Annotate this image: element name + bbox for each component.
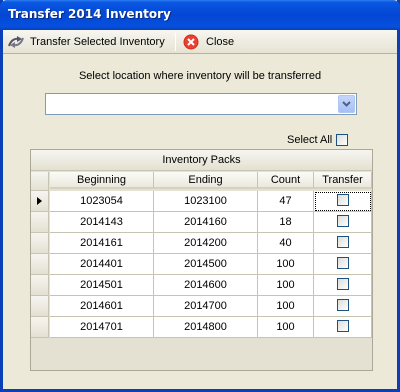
cell-ending[interactable]: 2014200 [154, 233, 258, 254]
chevron-down-icon [342, 101, 351, 107]
cell-count[interactable]: 18 [258, 212, 314, 233]
toolbar: Transfer Selected Inventory Close [3, 30, 397, 54]
cell-beginning[interactable]: 2014601 [50, 296, 154, 317]
transfer-selected-button[interactable]: Transfer Selected Inventory [7, 32, 165, 52]
select-all[interactable]: Select All [287, 134, 349, 146]
cell-count[interactable]: 100 [258, 296, 314, 317]
cell-count[interactable]: 100 [258, 275, 314, 296]
location-prompt: Select location where inventory will be … [78, 70, 322, 82]
transfer-icon [7, 34, 25, 50]
row-header[interactable] [31, 233, 49, 254]
cell-transfer [314, 254, 372, 275]
column-header-beginning[interactable]: Beginning [50, 172, 154, 189]
cell-ending[interactable]: 2014160 [154, 212, 258, 233]
cell-beginning[interactable]: 2014143 [50, 212, 154, 233]
grid-corner [31, 172, 49, 191]
location-select[interactable] [45, 93, 357, 115]
transfer-checkbox[interactable] [336, 299, 349, 311]
cell-transfer [314, 296, 372, 317]
row-header[interactable] [31, 254, 49, 275]
close-label: Close [206, 36, 235, 48]
cell-count[interactable]: 100 [258, 254, 314, 275]
cell-beginning[interactable]: 1023054 [50, 191, 154, 212]
toolbar-separator [175, 33, 176, 51]
cell-beginning[interactable]: 2014701 [50, 317, 154, 338]
row-header[interactable] [31, 212, 49, 233]
title-bar[interactable]: Transfer 2014 Inventory [0, 0, 400, 30]
cell-count[interactable]: 100 [258, 317, 314, 338]
transfer-checkbox[interactable] [336, 194, 349, 206]
row-header[interactable] [31, 275, 49, 296]
row-header[interactable] [31, 296, 49, 317]
cell-count[interactable]: 40 [258, 233, 314, 254]
transfer-checkbox[interactable] [336, 320, 349, 332]
close-button[interactable]: Close [183, 32, 234, 52]
cell-transfer [314, 212, 372, 233]
cell-transfer [314, 233, 372, 254]
current-row-pointer-icon [37, 197, 42, 205]
cell-ending[interactable]: 2014800 [154, 317, 258, 338]
transfer-checkbox[interactable] [336, 278, 349, 290]
location-dropdown-button[interactable] [338, 95, 355, 113]
close-icon [183, 34, 201, 50]
cell-beginning[interactable]: 2014401 [50, 254, 154, 275]
row-header[interactable] [31, 317, 49, 338]
select-all-checkbox[interactable] [336, 134, 349, 146]
cell-transfer [314, 275, 372, 296]
window-title: Transfer 2014 Inventory [8, 7, 171, 21]
select-all-label: Select All [287, 134, 333, 146]
cell-transfer [314, 191, 372, 212]
transfer-selected-label: Transfer Selected Inventory [30, 36, 165, 48]
inventory-packs-grid: Inventory Packs Beginning Ending Count T… [30, 149, 373, 371]
cell-transfer [314, 317, 372, 338]
cell-ending[interactable]: 2014600 [154, 275, 258, 296]
cell-beginning[interactable]: 2014161 [50, 233, 154, 254]
cell-ending[interactable]: 1023100 [154, 191, 258, 212]
transfer-checkbox[interactable] [336, 257, 349, 269]
cell-ending[interactable]: 2014500 [154, 254, 258, 275]
grid-band-title: Inventory Packs [31, 150, 372, 171]
cell-count[interactable]: 47 [258, 191, 314, 212]
column-header-ending[interactable]: Ending [154, 172, 258, 189]
cell-beginning[interactable]: 2014501 [50, 275, 154, 296]
transfer-inventory-window: Transfer 2014 Inventory Transfer Selecte… [0, 0, 400, 392]
cell-ending[interactable]: 2014700 [154, 296, 258, 317]
transfer-checkbox[interactable] [336, 236, 349, 248]
row-header[interactable] [31, 191, 49, 212]
column-header-transfer[interactable]: Transfer [314, 172, 372, 189]
transfer-checkbox[interactable] [336, 215, 349, 227]
column-header-count[interactable]: Count [258, 172, 314, 189]
